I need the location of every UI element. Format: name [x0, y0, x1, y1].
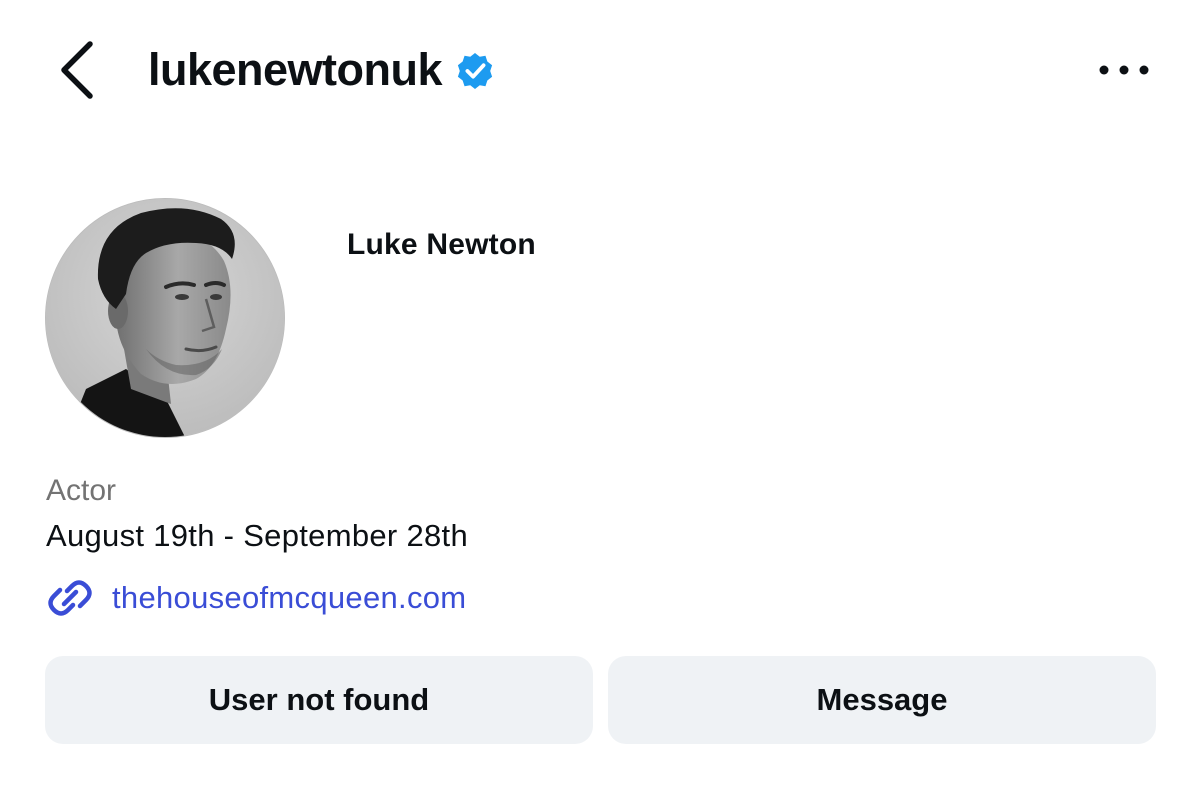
profile-link-text: thehouseofmcqueen.com	[112, 580, 467, 615]
profile-full-name: Luke Newton	[347, 228, 536, 261]
profile-bio: August 19th - September 28th	[46, 518, 468, 553]
user-not-found-button[interactable]: User not found	[45, 656, 593, 744]
profile-link[interactable]: thehouseofmcqueen.com	[46, 574, 466, 622]
chevron-left-icon	[61, 41, 93, 99]
verified-badge-icon	[457, 52, 493, 90]
username-text: lukenewtonuk	[148, 44, 443, 95]
user-not-found-label: User not found	[208, 682, 430, 717]
message-label: Message	[816, 682, 948, 717]
profile-avatar[interactable]	[45, 198, 285, 438]
link-icon	[48, 580, 92, 616]
back-button[interactable]	[52, 38, 102, 102]
message-button[interactable]: Message	[608, 656, 1156, 744]
more-options-button[interactable]	[1096, 56, 1152, 84]
profile-header: lukenewtonuk	[0, 0, 1200, 140]
avatar-photo	[46, 199, 284, 437]
profile-category: Actor	[46, 474, 117, 507]
username-title: lukenewtonuk	[148, 40, 494, 100]
more-horizontal-icon	[1099, 65, 1149, 75]
